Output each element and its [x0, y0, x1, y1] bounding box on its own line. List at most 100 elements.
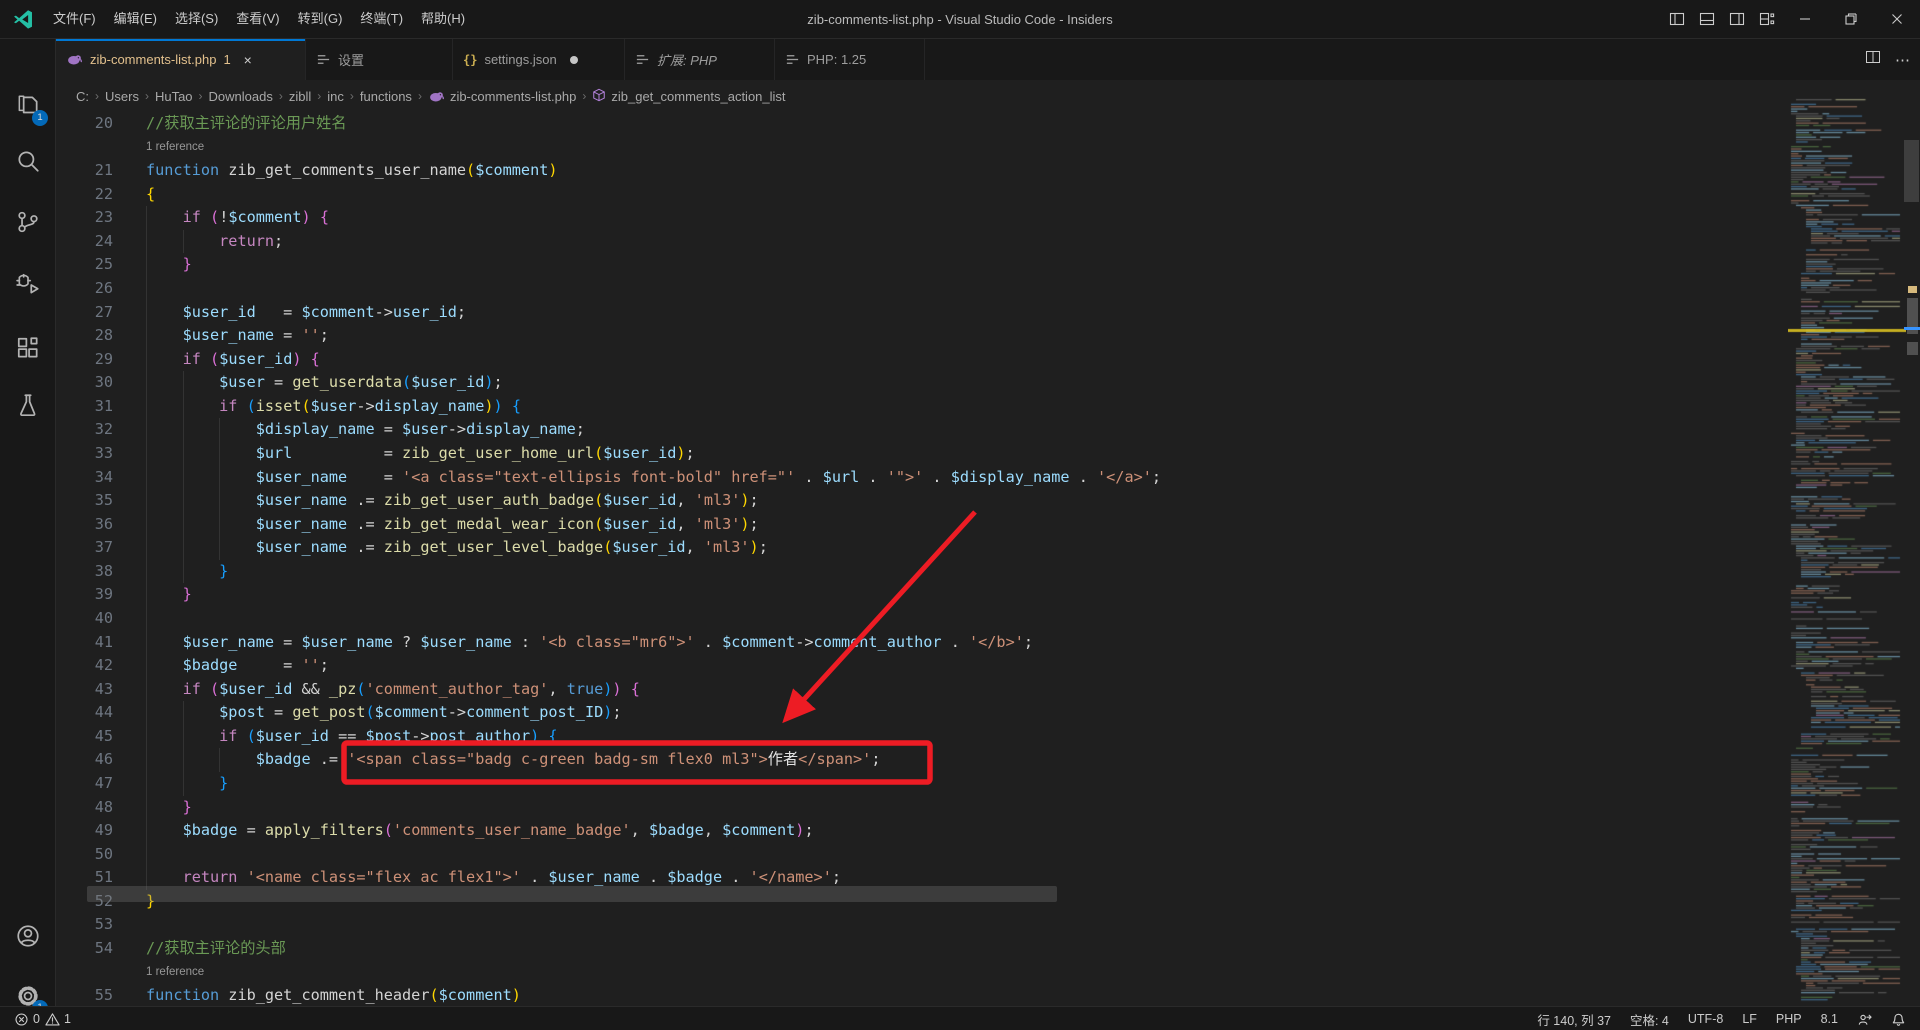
breadcrumb-symbol[interactable]: zib_get_comments_action_list [611, 89, 785, 104]
code-row[interactable]: 47 } [56, 772, 1920, 796]
status-cursor-position[interactable]: 行 140, 列 37 [1537, 1010, 1611, 1029]
code-row[interactable]: 38 } [56, 560, 1920, 584]
line-number[interactable]: 35 [56, 489, 113, 513]
code-row[interactable]: 31 if (isset($user->display_name)) { [56, 395, 1920, 419]
tab-PHP-1.25[interactable]: PHP: 1.25 [775, 39, 925, 80]
line-number[interactable]: 50 [56, 843, 113, 867]
code-row[interactable]: 46 $badge .= '<span class="badg c-green … [56, 748, 1920, 772]
code-row[interactable]: 23 if (!$comment) { [56, 206, 1920, 230]
code-row[interactable]: 40 [56, 607, 1920, 631]
line-number[interactable]: 26 [56, 277, 113, 301]
activity-extensions[interactable] [0, 324, 55, 372]
code-row[interactable]: 42 $badge = ''; [56, 654, 1920, 678]
toggle-panel-icon[interactable] [1692, 0, 1722, 38]
tab-modified-dot[interactable] [570, 56, 578, 64]
codelens-reference[interactable]: 1 reference [146, 966, 204, 978]
tab--[interactable]: 设置 [306, 39, 453, 80]
code-row[interactable]: 35 $user_name .= zib_get_user_auth_badge… [56, 489, 1920, 513]
customize-layout-icon[interactable] [1752, 0, 1782, 38]
code-row[interactable]: 44 $post = get_post($comment->comment_po… [56, 701, 1920, 725]
menu-item-6[interactable]: 帮助(H) [412, 0, 474, 38]
activity-run-debug[interactable] [0, 261, 55, 309]
line-number[interactable]: 21 [56, 159, 113, 183]
line-number[interactable]: 39 [56, 583, 113, 607]
code-row[interactable]: 26 [56, 277, 1920, 301]
horizontal-scrollbar[interactable] [87, 886, 1057, 902]
code-row[interactable]: 53 [56, 913, 1920, 937]
code-row[interactable]: 37 $user_name .= zib_get_user_level_badg… [56, 536, 1920, 560]
status-feedback[interactable] [1857, 1012, 1872, 1027]
menu-item-5[interactable]: 终端(T) [351, 0, 412, 38]
line-number[interactable]: 41 [56, 631, 113, 655]
tab-zib-comments-list.php[interactable]: zib-comments-list.php1× [56, 39, 306, 80]
status-indentation[interactable]: 空格: 4 [1630, 1010, 1669, 1029]
more-actions-icon[interactable]: ⋯ [1895, 51, 1910, 69]
menu-item-4[interactable]: 转到(G) [289, 0, 352, 38]
line-number[interactable]: 27 [56, 301, 113, 325]
breadcrumb-segment[interactable]: HuTao [155, 89, 193, 104]
line-number[interactable]: 44 [56, 701, 113, 725]
code-row[interactable]: 32 $display_name = $user->display_name; [56, 418, 1920, 442]
menu-item-0[interactable]: 文件(F) [44, 0, 105, 38]
code-row[interactable]: 39 } [56, 583, 1920, 607]
toggle-secondary-sidebar-icon[interactable] [1722, 0, 1752, 38]
toggle-primary-sidebar-icon[interactable] [1662, 0, 1692, 38]
breadcrumb-segment[interactable]: Users [105, 89, 139, 104]
breadcrumb-segment[interactable]: C: [76, 89, 89, 104]
tab-close-icon[interactable]: × [244, 52, 252, 68]
line-number[interactable]: 37 [56, 536, 113, 560]
line-number[interactable]: 54 [56, 937, 113, 961]
line-number[interactable]: 29 [56, 348, 113, 372]
menu-item-3[interactable]: 查看(V) [227, 0, 288, 38]
menu-item-2[interactable]: 选择(S) [166, 0, 227, 38]
line-number[interactable]: 43 [56, 678, 113, 702]
line-number[interactable]: 46 [56, 748, 113, 772]
restore-button[interactable] [1828, 0, 1874, 38]
line-number[interactable]: 20 [56, 112, 113, 136]
line-number[interactable]: 22 [56, 183, 113, 207]
code-row[interactable]: 36 $user_name .= zib_get_medal_wear_icon… [56, 513, 1920, 537]
line-number[interactable]: 34 [56, 466, 113, 490]
line-number[interactable]: 53 [56, 913, 113, 937]
code-row[interactable]: 21function zib_get_comments_user_name($c… [56, 159, 1920, 183]
code-row[interactable]: 24 return; [56, 230, 1920, 254]
code-row[interactable]: 22{ [56, 183, 1920, 207]
breadcrumb-file[interactable]: zib-comments-list.php [450, 89, 576, 104]
status-notifications[interactable] [1891, 1012, 1906, 1027]
line-number[interactable]: 38 [56, 560, 113, 584]
code-row[interactable]: 29 if ($user_id) { [56, 348, 1920, 372]
tab--PHP[interactable]: 扩展: PHP [625, 39, 775, 80]
line-number[interactable]: 48 [56, 796, 113, 820]
line-number[interactable]: 28 [56, 324, 113, 348]
line-number[interactable]: 31 [56, 395, 113, 419]
code-row[interactable]: 54//获取主评论的头部 [56, 937, 1920, 961]
code-row[interactable]: 20//获取主评论的评论用户姓名 [56, 112, 1920, 136]
breadcrumb-segment[interactable]: functions [360, 89, 412, 104]
status-warnings[interactable]: 1 [45, 1012, 71, 1027]
code-row[interactable]: 55function zib_get_comment_header($comme… [56, 984, 1920, 1006]
line-number[interactable]: 42 [56, 654, 113, 678]
minimize-button[interactable] [1782, 0, 1828, 38]
split-editor-icon[interactable] [1865, 49, 1881, 70]
activity-source-control[interactable] [0, 198, 55, 246]
line-number[interactable]: 33 [56, 442, 113, 466]
activity-explorer[interactable]: 1 [0, 82, 55, 130]
code-row[interactable]: 1 reference [56, 961, 1920, 985]
status-language-mode[interactable]: PHP [1776, 1012, 1802, 1026]
breadcrumb-segment[interactable]: inc [327, 89, 344, 104]
status-php-version[interactable]: 8.1 [1821, 1012, 1838, 1026]
activity-account[interactable] [0, 912, 55, 960]
menu-item-1[interactable]: 编辑(E) [105, 0, 166, 38]
line-number[interactable]: 45 [56, 725, 113, 749]
activity-search[interactable] [0, 137, 55, 185]
problems-status[interactable]: 01 [0, 1012, 71, 1027]
code-editor[interactable]: 20//获取主评论的评论用户姓名1 reference21function zi… [56, 112, 1920, 1006]
line-number[interactable]: 40 [56, 607, 113, 631]
code-row[interactable]: 49 $badge = apply_filters('comments_user… [56, 819, 1920, 843]
code-row[interactable]: 1 reference [56, 136, 1920, 160]
minimap[interactable] [1788, 96, 1906, 1006]
activity-testing[interactable] [0, 381, 55, 429]
status-encoding[interactable]: UTF-8 [1688, 1012, 1723, 1026]
line-number[interactable]: 24 [56, 230, 113, 254]
line-number[interactable]: 49 [56, 819, 113, 843]
